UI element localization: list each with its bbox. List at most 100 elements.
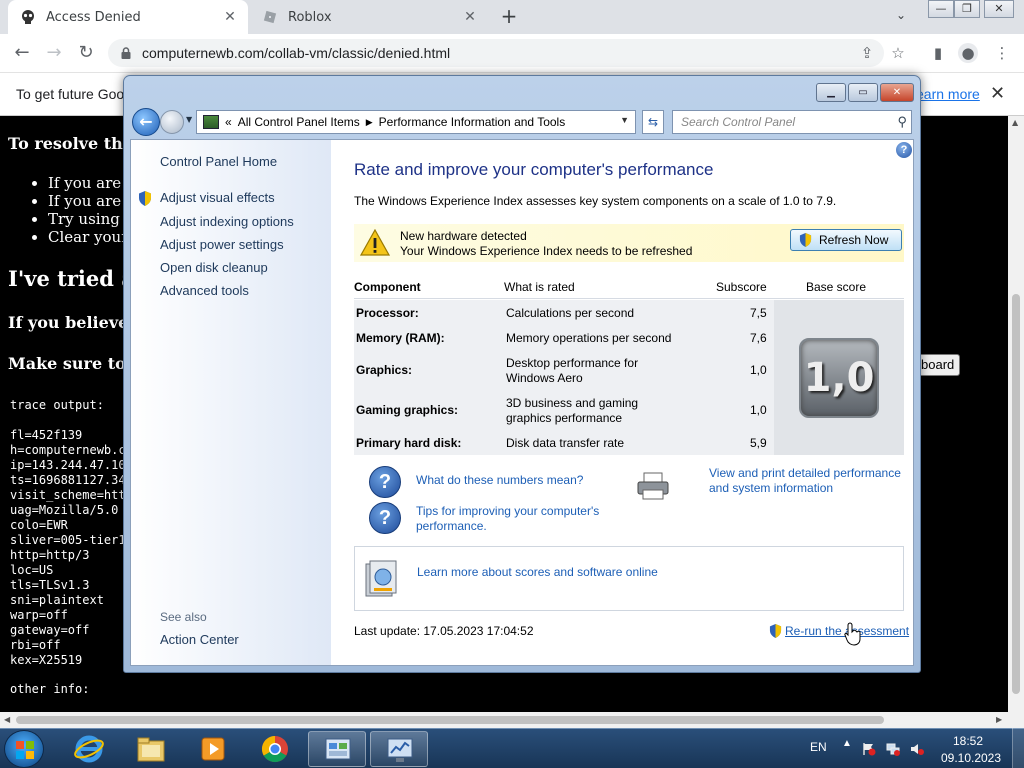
history-dropdown-icon[interactable]: ▼ [186,115,192,124]
breadcrumb-separator-icon[interactable]: ▶ [366,117,373,128]
sidebar-panel-icon[interactable]: ▮ [928,43,948,63]
refresh-now-button[interactable]: Refresh Now [790,229,902,251]
row-rated: 3D business and gaming graphics performa… [506,396,639,425]
input-language-indicator[interactable]: EN [810,740,827,754]
clock-date[interactable]: 09.10.2023 [940,751,1002,765]
volume-muted-icon[interactable] [910,742,924,756]
close-tab-icon[interactable]: ✕ [220,9,240,25]
show-desktop-button[interactable] [1012,728,1024,768]
resolve-heading: To resolve this [8,134,138,153]
learn-more-link[interactable]: earn more [916,86,980,102]
adjust-power-settings-link[interactable]: Adjust power settings [160,237,284,252]
adjust-indexing-options-link[interactable]: Adjust indexing options [160,214,294,229]
new-tab-icon[interactable]: + [498,6,520,28]
rerun-assessment-link[interactable]: Re-run the assessment [769,624,909,638]
close-infobar-icon[interactable]: ✕ [990,83,1005,104]
profile-avatar-icon[interactable]: ● [958,43,978,63]
control-panel-home-link[interactable]: Control Panel Home [160,154,277,169]
restore-icon[interactable]: ❐ [954,0,980,18]
reload-icon[interactable]: ↻ [74,42,98,64]
row-subscore: 7,5 [750,306,767,320]
advanced-tools-link[interactable]: Advanced tools [160,283,249,298]
trace-line: fl=452f139 [10,428,83,442]
alert-message: Your Windows Experience Index needs to b… [400,244,693,258]
scrollbar-thumb[interactable] [16,716,884,724]
forward-arrow-icon[interactable] [160,110,184,134]
open-disk-cleanup-link[interactable]: Open disk cleanup [160,260,268,275]
skull-favicon-icon [22,10,34,24]
start-button[interactable] [4,730,44,768]
chrome-taskbar-item[interactable] [246,731,304,767]
trace-line: rbi=off [10,638,61,652]
info-bar-message: To get future Goog [16,86,132,102]
vertical-scrollbar[interactable]: ▲ [1008,116,1024,712]
base-score-badge[interactable]: 1,0 [799,338,879,418]
row-component: Primary hard disk: [356,436,462,450]
show-hidden-icons-icon[interactable]: ▲ [842,738,852,749]
control-panel-icon [203,115,219,129]
row-component: Memory (RAM): [356,331,445,345]
minimize-icon[interactable]: ▁ [816,83,846,102]
scroll-left-icon[interactable]: ◀ [4,715,10,724]
scrollbar-thumb[interactable] [1012,294,1020,694]
horizontal-scrollbar[interactable]: ◀ ▶ [0,712,1024,728]
bookmark-star-icon[interactable]: ☆ [888,43,908,63]
action-center-link[interactable]: Action Center [160,632,239,647]
breadcrumb[interactable]: « All Control Panel Items ▶ Performance … [196,110,636,134]
address-bar[interactable]: computernewb.com/collab-vm/classic/denie… [108,39,884,67]
breadcrumb-all-items[interactable]: All Control Panel Items [238,115,360,129]
control-panel-taskbar-item[interactable] [308,731,366,767]
performance-taskbar-item[interactable] [370,731,428,767]
learn-more-scores-link[interactable]: Learn more about scores and software onl… [417,565,658,580]
warning-icon [360,229,390,256]
network-icon[interactable] [886,742,900,756]
menu-dots-icon[interactable]: ⋮ [992,43,1012,63]
windows-logo-icon [16,741,34,759]
table-divider [354,298,904,299]
help-icon[interactable]: ? [896,142,912,158]
help-question-icon: ? [369,502,401,534]
breadcrumb-current[interactable]: Performance Information and Tools [379,115,566,129]
adjust-visual-effects-link[interactable]: Adjust visual effects [160,190,275,205]
minimize-icon[interactable]: — [928,0,954,18]
share-icon[interactable]: ⇪ [857,43,877,63]
row-subscore: 5,9 [750,436,767,450]
new-hardware-alert: New hardware detected Your Windows Exper… [354,224,904,262]
what-numbers-mean-link[interactable]: What do these numbers mean? [416,473,583,488]
see-also-label: See also [160,610,207,624]
internet-explorer-icon [74,735,104,763]
search-input[interactable]: Search Control Panel ⚲ [672,110,912,134]
trace-line: warp=off [10,608,68,622]
close-tab-icon[interactable]: ✕ [460,9,480,25]
clock-time[interactable]: 18:52 [940,734,996,748]
explorer-taskbar-item[interactable] [122,731,180,767]
trace-line: uag=Mozilla/5.0 [10,503,119,517]
close-window-icon[interactable]: ✕ [984,0,1014,18]
task-pane: Control Panel Home Adjust visual effects… [131,140,331,665]
scroll-right-icon[interactable]: ▶ [996,715,1002,724]
breadcrumb-chevron-icon[interactable]: « [225,115,232,129]
internet-explorer-taskbar-item[interactable] [60,731,118,767]
scroll-up-icon[interactable]: ▲ [1012,118,1018,127]
media-player-taskbar-item[interactable] [184,731,242,767]
address-dropdown-icon[interactable]: ▼ [620,115,629,125]
refresh-now-label: Refresh Now [819,233,889,247]
close-window-icon[interactable]: ✕ [880,83,914,102]
back-arrow-icon[interactable]: ← [132,108,160,136]
forward-arrow-icon[interactable]: → [42,42,66,64]
tab-roblox[interactable]: Roblox ✕ [250,0,488,34]
alert-title: New hardware detected [400,229,527,243]
view-print-details-link[interactable]: View and print detailed performance and … [709,466,909,496]
row-subscore: 1,0 [750,363,767,377]
row-rated: Memory operations per second [506,331,672,345]
tab-access-denied[interactable]: Access Denied ✕ [8,0,248,34]
action-center-flag-icon[interactable] [862,742,876,756]
tips-link[interactable]: Tips for improving your computer's perfo… [416,504,626,534]
trace-label: trace output: [10,398,104,412]
search-icon[interactable]: ⚲ [897,111,907,133]
refresh-icon[interactable]: ⇆ [642,110,664,134]
software-box-icon [365,560,397,597]
back-arrow-icon[interactable]: ← [10,42,34,64]
tab-search-chevron-icon[interactable]: ⌄ [896,8,906,22]
maximize-icon[interactable]: ▭ [848,83,878,102]
